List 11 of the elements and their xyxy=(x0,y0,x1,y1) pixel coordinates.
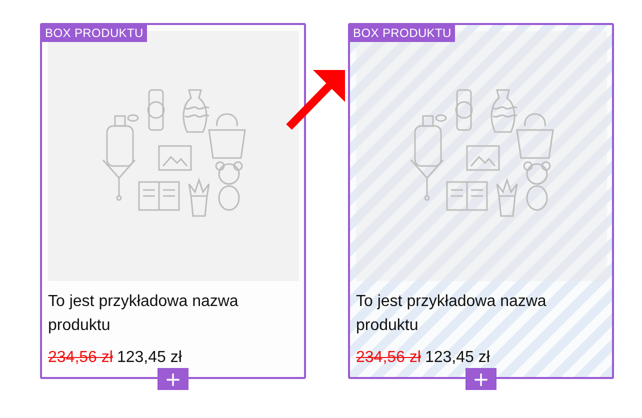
price: 123,45 zł xyxy=(424,348,490,368)
old-price: 234,56 zł xyxy=(356,348,421,368)
arrow-icon xyxy=(285,67,347,132)
add-button[interactable]: + xyxy=(466,368,496,390)
product-name: To jest przykładowa nazwa produktu xyxy=(48,292,240,336)
add-button[interactable]: + xyxy=(158,368,188,390)
product-name: To jest przykładowa nazwa produktu xyxy=(356,292,548,336)
old-price: 234,56 zł xyxy=(48,348,113,368)
price: 123,45 zł xyxy=(116,348,182,368)
block-tag: BOX PRODUKTU xyxy=(350,25,456,42)
block-tag: BOX PRODUKTU xyxy=(42,25,148,42)
